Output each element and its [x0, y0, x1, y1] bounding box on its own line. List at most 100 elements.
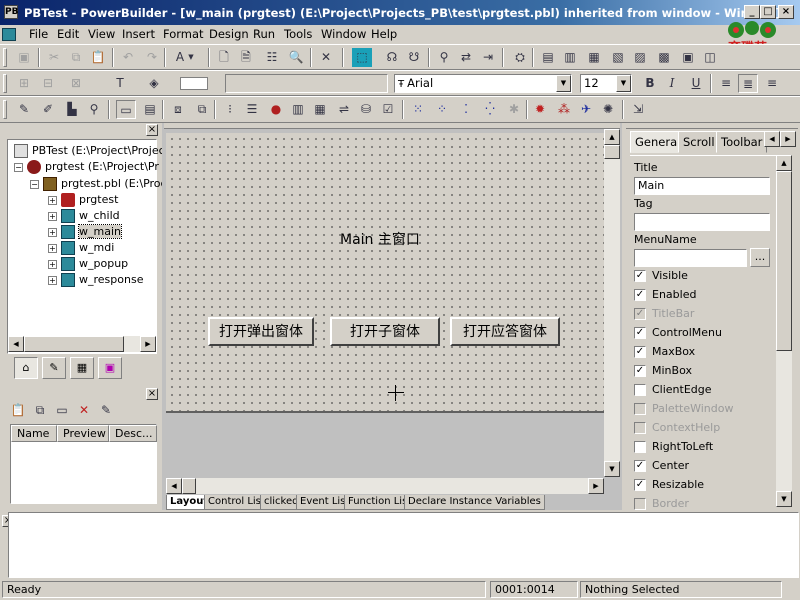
underline-button[interactable]: U — [686, 74, 706, 93]
bank-icon[interactable]: ▥ — [288, 100, 308, 119]
find-next-icon[interactable]: ⇥ — [478, 48, 498, 67]
send-back-icon[interactable]: ⧉ — [192, 100, 212, 119]
tree-scrollbar[interactable]: ◀ ▶ — [8, 336, 156, 352]
clip-rename-icon[interactable]: ▭ — [52, 401, 72, 420]
tree-item[interactable]: − prgtest (E:\Project\Pr — [14, 159, 159, 175]
tree-tab-clip[interactable]: ✎ — [42, 357, 66, 379]
color-swatch[interactable] — [180, 77, 208, 90]
close-icon[interactable]: × — [146, 388, 158, 400]
object-1-icon[interactable]: ✎ — [14, 100, 34, 119]
bring-front-icon[interactable]: ⧈ — [168, 100, 188, 119]
browser-icon[interactable]: 🔍 — [286, 48, 306, 67]
build-icon[interactable]: ⛭ — [510, 48, 530, 67]
scroll-right-icon[interactable]: ▶ — [140, 336, 156, 352]
chevron-down-icon[interactable]: ▼ — [616, 75, 631, 92]
menu-file[interactable]: File — [29, 27, 48, 41]
object-3-icon[interactable]: ▙ — [62, 100, 82, 119]
tool-2-icon[interactable]: ▥ — [560, 48, 580, 67]
redo-icon[interactable]: ↷ — [142, 48, 162, 67]
expand-icon[interactable]: + — [48, 211, 57, 221]
clip-edit-icon[interactable]: ✎ — [96, 401, 116, 420]
tab-scroll-left-icon[interactable]: ◀ — [764, 131, 780, 147]
tool-1-icon[interactable]: ▤ — [538, 48, 558, 67]
undo-icon[interactable]: ↶ — [118, 48, 138, 67]
object-2-icon[interactable]: ✐ — [38, 100, 58, 119]
expand-icon[interactable]: + — [48, 275, 57, 285]
checkbox-resizable[interactable]: ✓ — [634, 479, 646, 491]
tree-item[interactable]: + prgtest — [48, 192, 118, 208]
align-left-icon[interactable]: ≡ — [716, 74, 736, 93]
tool-5-icon[interactable]: ▨ — [630, 48, 650, 67]
tree-tab-workspace[interactable]: ⌂ — [14, 357, 38, 379]
tree-item[interactable]: PBTest (E:\Project\Projec — [14, 143, 165, 159]
tree-item[interactable]: − prgtest.pbl (E:\Proc — [30, 176, 167, 192]
expand-icon[interactable]: + — [48, 227, 57, 237]
layout-view-icon[interactable]: ▭ — [116, 100, 136, 119]
chevron-down-icon[interactable]: ▼ — [556, 75, 571, 92]
bold-button[interactable]: B — [640, 74, 660, 93]
comment-icon[interactable]: ☊ — [382, 48, 402, 67]
clip-paste-icon[interactable]: 📋 — [8, 401, 28, 420]
menu-edit[interactable]: Edit — [57, 27, 79, 41]
cut-icon[interactable]: ✂ — [44, 48, 64, 67]
tag-field[interactable] — [634, 213, 770, 231]
column-header-name[interactable]: Name — [11, 425, 57, 442]
system-tree[interactable]: PBTest (E:\Project\Projec − prgtest (E:\Pr… — [7, 139, 167, 354]
menu-format[interactable]: Format — [163, 27, 204, 41]
space-icon[interactable]: ⊠ — [66, 74, 86, 93]
output-window[interactable] — [8, 512, 799, 578]
scroll-left-icon[interactable]: ◀ — [8, 336, 24, 352]
properties-vscroll[interactable]: ▲ ▼ — [776, 155, 792, 507]
menu-help[interactable]: Help — [371, 27, 397, 41]
check-icon[interactable]: ☑ — [378, 100, 398, 119]
align-right-icon[interactable]: ≡ — [762, 74, 782, 93]
expand-icon[interactable]: + — [48, 259, 57, 269]
scroll-down-icon[interactable]: ▼ — [604, 461, 620, 477]
size-icon[interactable]: ⊟ — [38, 74, 58, 93]
properties-view-icon[interactable]: ▤ — [140, 100, 160, 119]
menu-view[interactable]: View — [88, 27, 115, 41]
library-painter-icon[interactable]: ☷ — [262, 48, 282, 67]
collapse-icon[interactable]: − — [14, 162, 23, 172]
replace-icon[interactable]: ⇄ — [456, 48, 476, 67]
debug-icon[interactable]: ✹ — [530, 100, 550, 119]
tree-item[interactable]: + w_response — [48, 272, 143, 288]
inherit-icon[interactable]: 🗎 — [236, 48, 256, 67]
window-canvas[interactable]: Main 主窗口 打开弹出窗体 打开子窗体 打开应答窗体 — [166, 133, 606, 411]
font-name-combo[interactable]: Ŧ Arial ▼ — [394, 74, 572, 93]
clip-list[interactable]: Name Preview Desc... — [10, 424, 157, 504]
align-center-icon[interactable]: ≣ — [738, 74, 758, 93]
clip-copy-icon[interactable]: ⧉ — [30, 401, 50, 420]
open-popup-button[interactable]: 打开弹出窗体 — [208, 317, 314, 346]
scroll-thumb[interactable] — [776, 171, 792, 351]
tree-item[interactable]: + w_child — [48, 208, 120, 224]
select-icon[interactable]: ⬚ — [352, 48, 372, 67]
tree-item[interactable]: + w_main — [48, 224, 122, 240]
text-icon[interactable]: T — [110, 74, 130, 93]
chart-5-icon[interactable]: ✱ — [504, 100, 524, 119]
menu-run[interactable]: Run — [253, 27, 275, 41]
step-icon[interactable]: ⇲ — [628, 100, 648, 119]
tab-declare-instance-variables[interactable]: Declare Instance Variables — [404, 495, 545, 510]
scroll-thumb[interactable] — [604, 145, 620, 159]
close-button[interactable]: × — [778, 5, 794, 19]
checkbox-clientedge[interactable] — [634, 384, 646, 396]
checkbox-palettewindow[interactable] — [634, 403, 646, 415]
restore-button[interactable]: □ — [760, 5, 776, 19]
open-child-button[interactable]: 打开子窗体 — [330, 317, 440, 346]
run-icon[interactable]: ✈ — [576, 100, 596, 119]
minimize-button[interactable]: _ — [744, 5, 760, 19]
checkbox-visible[interactable]: ✓ — [634, 270, 646, 282]
chart-4-icon[interactable]: ⁛ — [480, 100, 500, 119]
checkbox-minbox[interactable]: ✓ — [634, 365, 646, 377]
tool-6-icon[interactable]: ▩ — [654, 48, 674, 67]
chevron-down-icon[interactable]: ▼ — [186, 48, 196, 67]
collapse-icon[interactable]: − — [30, 179, 39, 189]
tool-7-icon[interactable]: ▣ — [678, 48, 698, 67]
font-size-combo[interactable]: 12 ▼ — [580, 74, 632, 93]
tree-item[interactable]: + w_mdi — [48, 240, 114, 256]
tab-toolbar[interactable]: Toolbar — [716, 131, 768, 153]
connect-icon[interactable]: ⇌ — [334, 100, 354, 119]
checkbox-center[interactable]: ✓ — [634, 460, 646, 472]
menu-window[interactable]: Window — [321, 27, 366, 41]
